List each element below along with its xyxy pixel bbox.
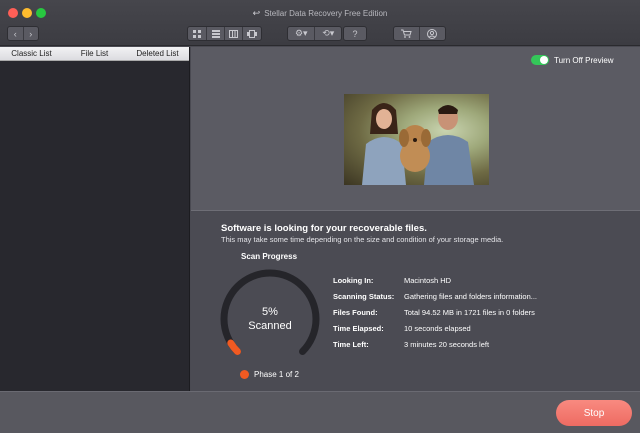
gauge-fill bbox=[227, 339, 241, 356]
scan-scanned-label: Scanned bbox=[248, 320, 292, 332]
scan-progress-title: Scan Progress bbox=[241, 252, 298, 261]
app-logo-icon: ↩ bbox=[252, 8, 261, 18]
column-view-button[interactable] bbox=[225, 27, 243, 40]
preview-image bbox=[344, 94, 489, 185]
detail-value: Total 94.52 MB in 1721 files in 0 folder… bbox=[404, 308, 535, 317]
scan-message-subtitle: This may take some time depending on the… bbox=[221, 235, 504, 244]
phase-label: Phase 1 of 2 bbox=[254, 370, 299, 379]
grid-view-icon bbox=[193, 29, 201, 38]
phase-indicator-dot bbox=[240, 370, 249, 379]
view-mode-segment bbox=[187, 26, 262, 41]
detail-key: Looking In: bbox=[333, 276, 374, 285]
scan-panel: Software is looking for your recoverable… bbox=[191, 212, 640, 391]
tab-file-list[interactable]: File List bbox=[63, 47, 126, 60]
help-label: ? bbox=[352, 28, 358, 39]
detail-scanning-status: Scanning Status: Gathering files and fol… bbox=[333, 292, 633, 304]
detail-time-elapsed: Time Elapsed: 10 seconds elapsed bbox=[333, 324, 633, 336]
window-title: ↩ Stellar Data Recovery Free Edition bbox=[0, 8, 640, 19]
settings-button[interactable]: ⚙▾ bbox=[288, 27, 316, 40]
chevron-left-icon: ‹ bbox=[13, 28, 17, 39]
detail-time-left: Time Left: 3 minutes 20 seconds left bbox=[333, 340, 633, 352]
nav-segment: ‹ › bbox=[7, 26, 39, 41]
detail-value: Gathering files and folders information.… bbox=[404, 292, 537, 301]
cart-icon bbox=[400, 29, 412, 38]
forward-button[interactable]: › bbox=[24, 27, 39, 40]
detail-value: Macintosh HD bbox=[404, 276, 452, 285]
preview-photo-graphic bbox=[362, 103, 474, 185]
detail-key: Time Elapsed: bbox=[333, 324, 384, 333]
list-tabs: Classic List File List Deleted List bbox=[0, 47, 189, 61]
recovery-button[interactable]: ⟲▾ bbox=[315, 27, 341, 40]
detail-looking-in: Looking In: Macintosh HD bbox=[333, 276, 633, 288]
gear-icon: ⚙▾ bbox=[294, 28, 308, 38]
column-view-icon bbox=[229, 29, 238, 38]
account-button[interactable] bbox=[420, 27, 445, 40]
file-tree-area[interactable] bbox=[0, 61, 189, 390]
tab-classic-list[interactable]: Classic List bbox=[0, 47, 63, 60]
detail-key: Scanning Status: bbox=[333, 292, 395, 301]
coverflow-view-icon bbox=[247, 29, 257, 38]
detail-key: Time Left: bbox=[333, 340, 369, 349]
account-segment bbox=[393, 26, 446, 41]
window-title-text: Stellar Data Recovery Free Edition bbox=[264, 9, 388, 18]
scan-percent: 5% bbox=[262, 306, 278, 318]
toggle-knob bbox=[540, 56, 548, 64]
preview-toggle-label: Turn Off Preview bbox=[554, 56, 614, 65]
grid-view-button[interactable] bbox=[188, 27, 207, 40]
detail-files-found: Files Found: Total 94.52 MB in 1721 file… bbox=[333, 308, 633, 320]
chevron-right-icon: › bbox=[29, 28, 33, 39]
help-button[interactable]: ? bbox=[343, 26, 367, 41]
list-view-icon bbox=[211, 29, 220, 38]
back-button[interactable]: ‹ bbox=[8, 27, 24, 40]
detail-value: 3 minutes 20 seconds left bbox=[404, 340, 490, 349]
recovery-icon: ⟲▾ bbox=[322, 28, 335, 38]
preview-toggle[interactable] bbox=[531, 55, 549, 65]
scan-progress-gauge bbox=[220, 269, 320, 356]
buy-button[interactable] bbox=[394, 27, 420, 40]
preview-pane: Turn Off Preview bbox=[191, 47, 640, 211]
bottom-bar: Stop bbox=[0, 391, 640, 433]
user-icon bbox=[427, 28, 438, 39]
scan-message-title: Software is looking for your recoverable… bbox=[221, 223, 427, 234]
coverflow-view-button[interactable] bbox=[243, 27, 261, 40]
detail-value: 10 seconds elapsed bbox=[404, 324, 471, 333]
stop-button[interactable]: Stop bbox=[556, 400, 632, 426]
tab-deleted-list[interactable]: Deleted List bbox=[126, 47, 189, 60]
detail-key: Files Found: bbox=[333, 308, 378, 317]
list-view-button[interactable] bbox=[207, 27, 225, 40]
left-panel: Classic List File List Deleted List bbox=[0, 47, 190, 391]
settings-segment: ⚙▾ ⟲▾ bbox=[287, 26, 342, 41]
window-titlebar: ↩ Stellar Data Recovery Free Edition ‹ › … bbox=[0, 0, 640, 46]
